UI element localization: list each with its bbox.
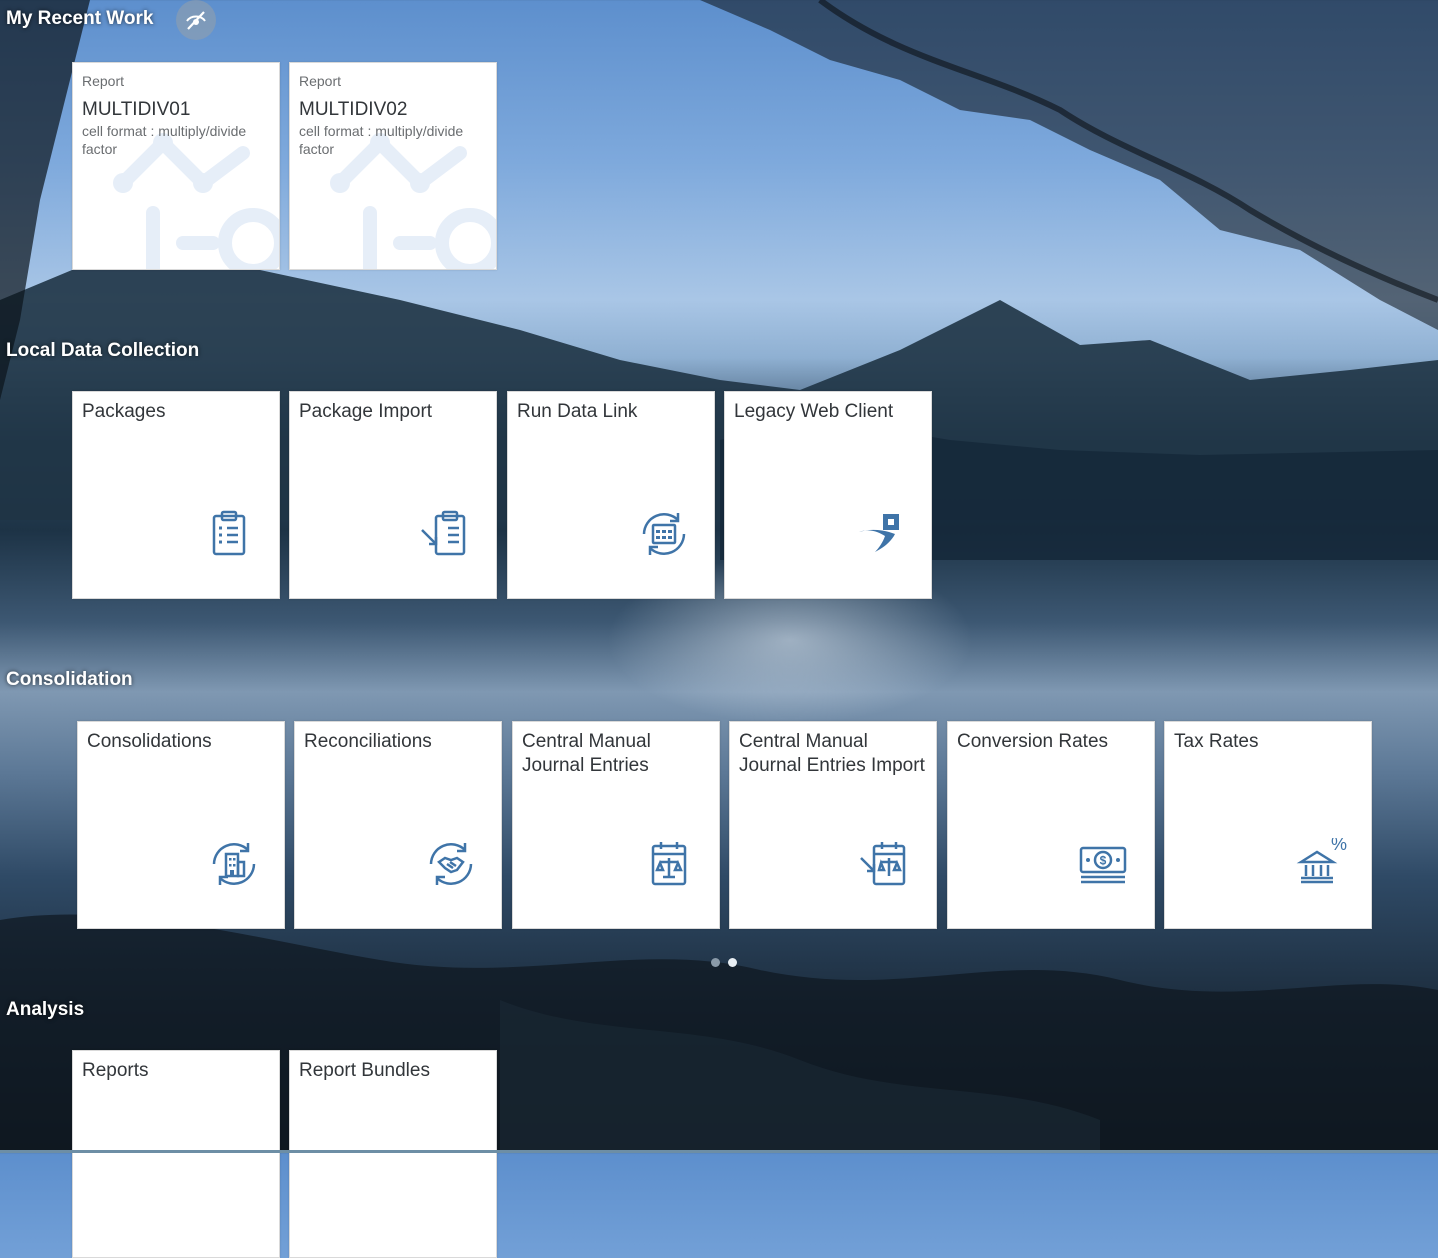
- hide-group-button[interactable]: [176, 0, 216, 40]
- tile-title: Report Bundles: [299, 1060, 430, 1081]
- tile-title: Reports: [82, 1060, 149, 1081]
- calendar-scale-import-icon: [860, 842, 906, 886]
- bank-percent-icon: %: [1296, 838, 1347, 884]
- tile-report-bundles[interactable]: Report Bundles: [289, 1050, 497, 1258]
- tile-description: cell format : multiply/divide factor: [82, 123, 247, 157]
- tile-central-manual-journal-entries[interactable]: Central Manual Journal Entries: [512, 721, 720, 929]
- tile-central-manual-journal-entries-import[interactable]: Central Manual Journal Entries Import: [729, 721, 937, 929]
- recent-report-tile[interactable]: Report MULTIDIV01 cell format : multiply…: [72, 62, 280, 270]
- calendar-scale-icon: [651, 842, 687, 886]
- tile-reports[interactable]: Reports: [72, 1050, 280, 1258]
- tile-title: Tax Rates: [1174, 731, 1259, 752]
- svg-text:%: %: [1331, 838, 1347, 854]
- money-bills-icon: $: [1079, 846, 1127, 884]
- tile-title: Package Import: [299, 401, 433, 422]
- tile-title: Run Data Link: [517, 401, 638, 422]
- calendar-sync-icon: [642, 513, 686, 555]
- tile-type-label: Report: [299, 73, 342, 89]
- tile-title: Conversion Rates: [957, 731, 1109, 752]
- page-dot[interactable]: [711, 958, 720, 967]
- tile-title: MULTIDIV01: [82, 99, 191, 120]
- tile-conversion-rates[interactable]: Conversion Rates $: [947, 721, 1155, 929]
- building-sync-icon: [212, 843, 256, 885]
- section-title-analysis: Analysis: [6, 999, 85, 1020]
- tile-title: Central Manual Journal Entries: [522, 731, 651, 776]
- hide-icon: [186, 11, 206, 30]
- tile-title: Reconciliations: [304, 731, 432, 752]
- tile-packages[interactable]: Packages: [72, 391, 280, 599]
- page-indicator: [711, 958, 737, 967]
- handshake-sync-icon: [429, 843, 473, 885]
- tile-run-data-link[interactable]: Run Data Link: [507, 391, 715, 599]
- tile-title: Consolidations: [87, 731, 212, 752]
- tile-title: MULTIDIV02: [299, 99, 408, 120]
- tile-title: Legacy Web Client: [734, 401, 894, 422]
- svg-text:$: $: [1100, 854, 1107, 868]
- clipboard-list-icon: [212, 510, 246, 556]
- clipboard-import-icon: [421, 510, 466, 556]
- recent-report-tile[interactable]: Report MULTIDIV02 cell format : multiply…: [289, 62, 497, 270]
- tile-legacy-web-client[interactable]: Legacy Web Client: [724, 391, 932, 599]
- section-title-consolidation: Consolidation: [6, 669, 133, 690]
- tile-description: cell format : multiply/divide factor: [299, 123, 464, 157]
- page-dot-active[interactable]: [728, 958, 737, 967]
- legacy-client-icon: [859, 514, 899, 552]
- tile-consolidations[interactable]: Consolidations: [77, 721, 285, 929]
- tile-tax-rates[interactable]: Tax Rates %: [1164, 721, 1372, 929]
- section-title-recent-work: My Recent Work: [6, 8, 154, 29]
- tile-title: Packages: [82, 401, 166, 422]
- tile-type-label: Report: [82, 73, 125, 89]
- tile-reconciliations[interactable]: Reconciliations: [294, 721, 502, 929]
- tile-title: Central Manual Journal Entries Import: [739, 731, 925, 776]
- section-title-local-data-collection: Local Data Collection: [6, 340, 200, 361]
- tile-package-import[interactable]: Package Import: [289, 391, 497, 599]
